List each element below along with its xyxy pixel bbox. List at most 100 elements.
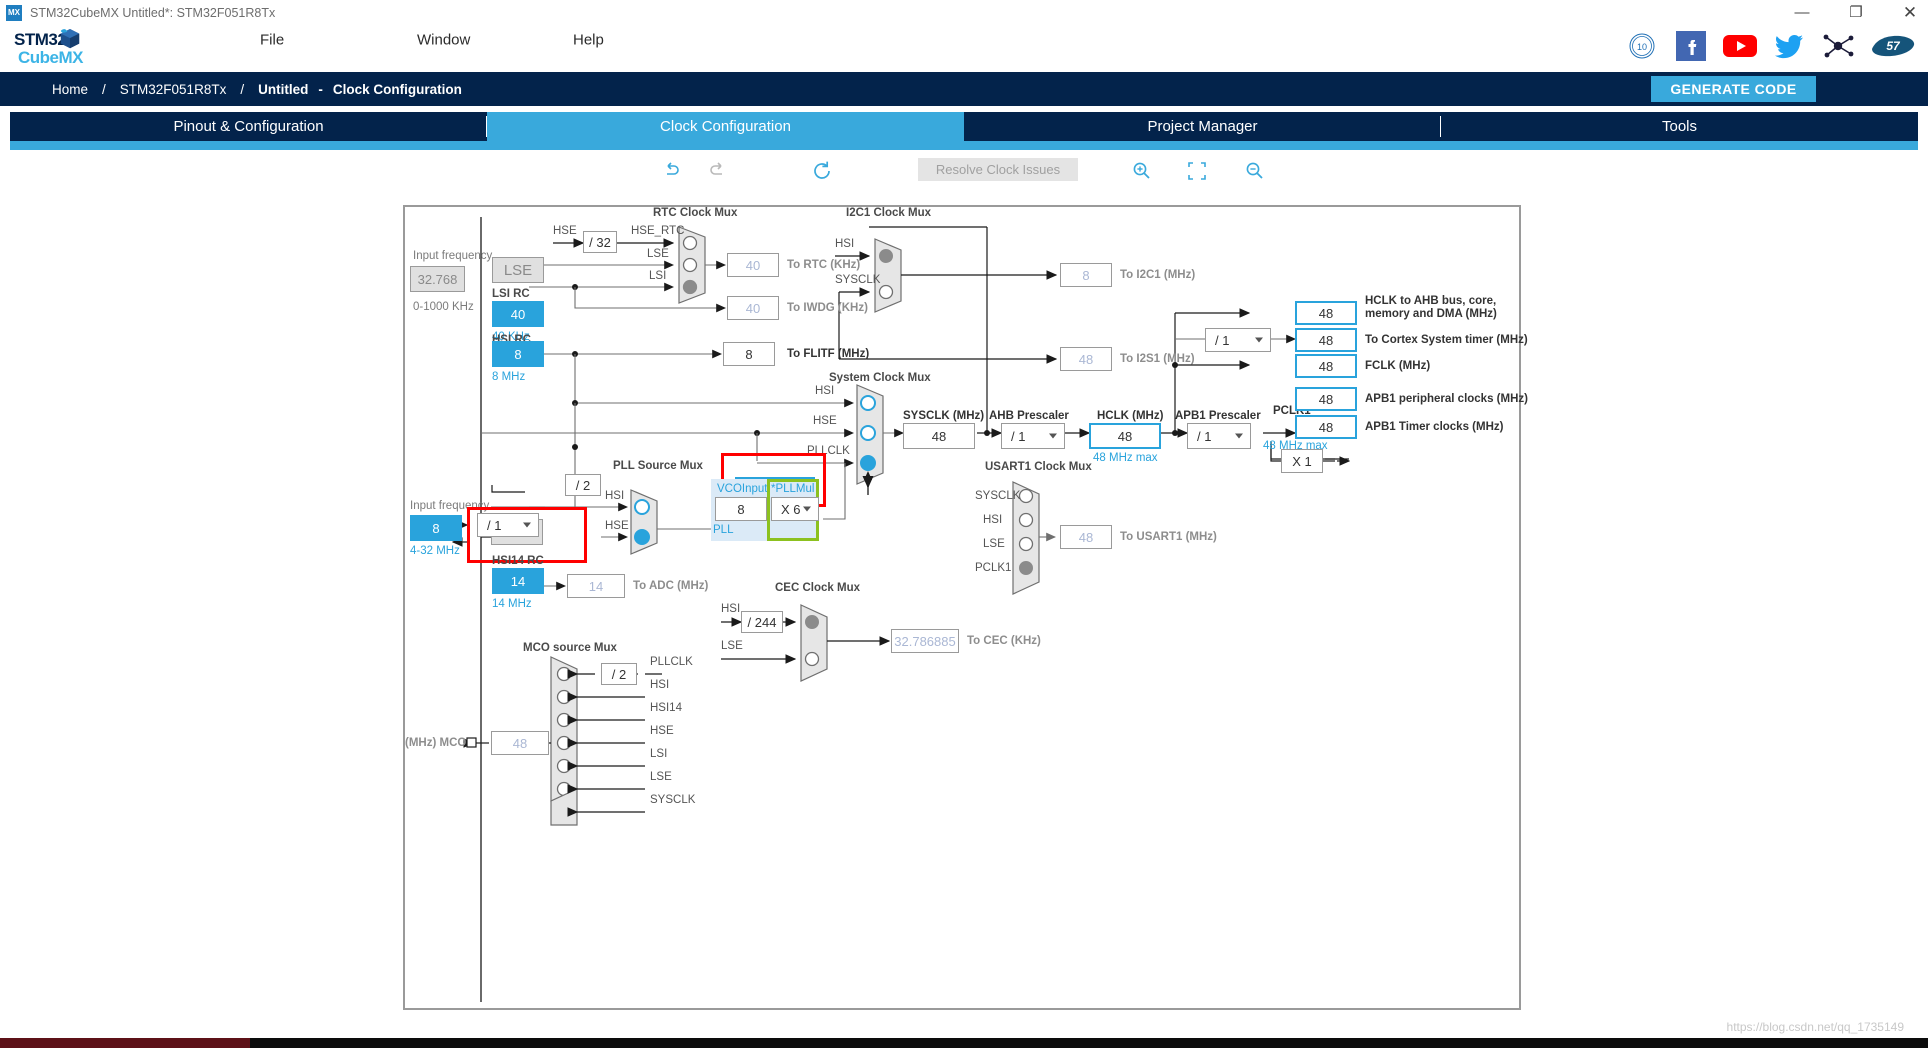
usart1-input-pclk1: PCLK1 — [975, 562, 1012, 574]
breadcrumb-home[interactable]: Home — [52, 82, 88, 97]
fclk-value-field[interactable]: 48 — [1295, 354, 1357, 378]
community-icon[interactable] — [1821, 30, 1855, 62]
maximize-button[interactable]: ❐ — [1844, 1, 1868, 25]
st-logo-icon[interactable]: 57 — [1870, 30, 1916, 62]
ahb-prescaler-label: AHB Prescaler — [989, 410, 1069, 422]
lsi-rc-label: LSI RC — [492, 288, 530, 300]
rtc-hse-divider-box[interactable]: / 32 — [583, 231, 617, 253]
cec-divider-box[interactable]: / 244 — [741, 611, 783, 633]
cec-lse-signal-label: LSE — [721, 640, 743, 652]
hclk-ahb-value-field[interactable]: 48 — [1295, 301, 1357, 325]
taskbar-segment-left — [0, 1038, 250, 1048]
to-i2s1-label: To I2S1 (MHz) — [1120, 353, 1195, 365]
menu-window[interactable]: Window — [417, 32, 470, 49]
apb1-peripheral-value-field[interactable]: 48 — [1295, 387, 1357, 411]
vco-input-value-field[interactable]: 8 — [715, 497, 767, 521]
rtc-lsi-signal-label: LSI — [649, 270, 667, 282]
hsi14-value-field[interactable]: 14 — [492, 568, 544, 594]
tab-label: Clock Configuration — [660, 118, 791, 135]
tab-clock-configuration[interactable]: Clock Configuration — [487, 112, 964, 141]
taskbar — [0, 1038, 1928, 1048]
pll-hsi-divider-box[interactable]: / 2 — [565, 474, 601, 496]
rtc-clock-mux-label: RTC Clock Mux — [653, 207, 738, 219]
to-iwdg-value-field[interactable]: 40 — [727, 296, 779, 320]
breadcrumb: Home / STM32F051R8Tx / Untitled - Clock … — [0, 72, 1928, 106]
fit-to-screen-icon[interactable] — [1180, 152, 1214, 190]
hsi-value-field[interactable]: 8 — [492, 341, 544, 367]
facebook-icon[interactable] — [1674, 30, 1708, 62]
undo-icon[interactable] — [655, 152, 689, 190]
svg-text:10: 10 — [1637, 42, 1647, 52]
mco-input-sysclk: SYSCLK — [650, 794, 696, 806]
apb1-prescaler-label: APB1 Prescaler — [1175, 410, 1261, 422]
to-flitf-value-field[interactable]: 8 — [723, 342, 775, 366]
hclk-label: HCLK (MHz) — [1097, 410, 1164, 422]
taskbar-segment-right — [250, 1038, 1928, 1048]
lsi-value-field[interactable]: 40 — [492, 301, 544, 327]
to-i2c1-label: To I2C1 (MHz) — [1120, 269, 1196, 281]
pllmul-value: X 6 — [781, 501, 801, 517]
ahb-prescaler-value: / 1 — [1011, 428, 1026, 444]
apb1-prescaler-select[interactable]: / 1 — [1187, 423, 1251, 449]
pllmul-select[interactable]: X 6 — [771, 497, 819, 521]
anniversary-badge-icon[interactable]: 10 — [1625, 30, 1659, 62]
title-bar: MX STM32CubeMX Untitled*: STM32F051R8Tx … — [0, 0, 1928, 26]
svg-text:57: 57 — [1886, 39, 1901, 53]
mco-value-field[interactable]: 48 — [491, 731, 549, 755]
menu-help[interactable]: Help — [573, 32, 604, 49]
tab-project-manager[interactable]: Project Manager — [964, 112, 1441, 141]
tab-tools[interactable]: Tools — [1441, 112, 1918, 141]
to-cec-value-field[interactable]: 32.786885 — [891, 629, 959, 653]
lse-input-frequency-label: Input frequency — [413, 250, 493, 262]
redo-icon — [700, 152, 734, 190]
tab-pinout-configuration[interactable]: Pinout & Configuration — [10, 112, 487, 141]
apb1-timer-multiplier-box[interactable]: X 1 — [1281, 449, 1323, 473]
generate-code-button[interactable]: GENERATE CODE — [1651, 76, 1816, 102]
to-flitf-label: To FLITF (MHz) — [787, 348, 870, 360]
to-iwdg-label: To IWDG (KHz) — [787, 302, 868, 314]
main-tabs: Pinout & Configuration Clock Configurati… — [0, 112, 1928, 141]
cubemx-logo: STM32 CubeMX — [12, 28, 112, 68]
pll-source-mux-label: PLL Source Mux — [613, 460, 703, 472]
usart1-input-sysclk: SYSCLK — [975, 490, 1021, 502]
usart1-input-lse: LSE — [983, 538, 1005, 550]
cortex-timer-value-field[interactable]: 48 — [1295, 328, 1357, 352]
pll-hse-divider-select[interactable]: / 1 — [477, 513, 539, 537]
ahb-prescaler-select[interactable]: / 1 — [1001, 423, 1065, 449]
hse-input-frequency-field[interactable]: 8 — [410, 515, 462, 541]
to-i2c1-value-field[interactable]: 8 — [1060, 263, 1112, 287]
reset-icon[interactable] — [805, 152, 839, 190]
hclk-value-field[interactable]: 48 — [1089, 423, 1161, 449]
to-adc-value-field[interactable]: 14 — [567, 574, 625, 598]
clock-diagram-canvas[interactable]: Input frequency 32.768 0-1000 KHz LSE LS… — [403, 205, 1528, 1010]
apb1-timer-value-field[interactable]: 48 — [1295, 415, 1357, 439]
to-adc-label: To ADC (MHz) — [633, 580, 709, 592]
minimize-button[interactable]: — — [1790, 1, 1814, 25]
zoom-out-icon[interactable] — [1238, 152, 1272, 190]
mco-source-mux-label: MCO source Mux — [523, 642, 617, 654]
breadcrumb-device[interactable]: STM32F051R8Tx — [120, 82, 227, 97]
mco-pllclk-divider-box[interactable]: / 2 — [601, 663, 637, 685]
social-links: 10 57 — [1625, 28, 1916, 64]
sysclk-hsi-signal-label: HSI — [815, 385, 835, 397]
i2c1-hsi-signal-label: HSI — [835, 238, 855, 250]
i2c1-sysclk-signal-label: SYSCLK — [835, 274, 881, 286]
cec-clock-mux-label: CEC Clock Mux — [775, 582, 860, 594]
to-usart1-value-field[interactable]: 48 — [1060, 525, 1112, 549]
menu-file[interactable]: File — [260, 32, 284, 49]
hse-range-label: 4-32 MHz — [410, 545, 460, 557]
lse-oscillator-box[interactable]: LSE — [492, 257, 544, 283]
close-button[interactable]: ✕ — [1898, 1, 1922, 25]
to-i2s1-value-field[interactable]: 48 — [1060, 347, 1112, 371]
breadcrumb-separator-2: / — [240, 81, 245, 97]
twitter-icon[interactable] — [1772, 30, 1806, 62]
youtube-icon[interactable] — [1723, 30, 1757, 62]
zoom-in-icon[interactable] — [1125, 152, 1159, 190]
to-rtc-value-field[interactable]: 40 — [727, 253, 779, 277]
pll-hse-divider-value: / 1 — [487, 517, 502, 533]
pll-hse-signal-label: HSE — [605, 520, 629, 532]
sysclk-value-field[interactable]: 48 — [903, 423, 975, 449]
cortex-timer-divider-select[interactable]: / 1 — [1205, 328, 1271, 352]
tab-label: Project Manager — [1147, 118, 1258, 135]
lse-input-frequency-field[interactable]: 32.768 — [410, 266, 465, 292]
